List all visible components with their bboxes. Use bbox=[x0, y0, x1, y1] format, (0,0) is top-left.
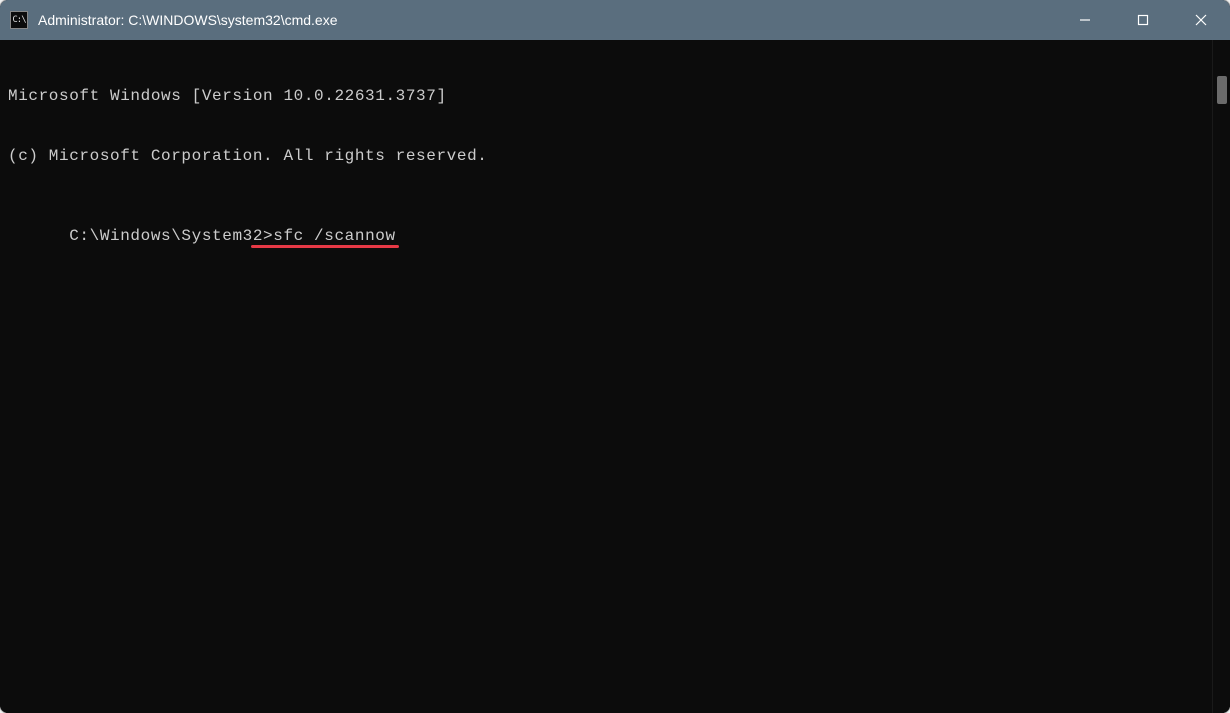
prompt-text: C:\Windows\System32> bbox=[69, 227, 273, 245]
minimize-icon bbox=[1079, 14, 1091, 26]
close-icon bbox=[1195, 14, 1207, 26]
titlebar[interactable]: C:\ Administrator: C:\WINDOWS\system32\c… bbox=[0, 0, 1230, 40]
terminal-output-line: Microsoft Windows [Version 10.0.22631.37… bbox=[8, 86, 1204, 106]
minimize-button[interactable] bbox=[1056, 0, 1114, 40]
scrollbar-thumb[interactable] bbox=[1217, 76, 1227, 104]
window-controls bbox=[1056, 0, 1230, 40]
command-text: sfc /scannow bbox=[273, 227, 395, 245]
terminal-content[interactable]: Microsoft Windows [Version 10.0.22631.37… bbox=[0, 40, 1212, 713]
cmd-window: C:\ Administrator: C:\WINDOWS\system32\c… bbox=[0, 0, 1230, 713]
terminal-prompt-line: C:\Windows\System32>sfc /scannow bbox=[69, 226, 395, 246]
cmd-icon: C:\ bbox=[10, 11, 28, 29]
terminal-output-line: (c) Microsoft Corporation. All rights re… bbox=[8, 146, 1204, 166]
window-title: Administrator: C:\WINDOWS\system32\cmd.e… bbox=[38, 12, 1056, 28]
close-button[interactable] bbox=[1172, 0, 1230, 40]
maximize-icon bbox=[1137, 14, 1149, 26]
terminal-body: Microsoft Windows [Version 10.0.22631.37… bbox=[0, 40, 1230, 713]
scrollbar-vertical[interactable] bbox=[1212, 40, 1230, 713]
annotation-underline bbox=[251, 245, 399, 248]
maximize-button[interactable] bbox=[1114, 0, 1172, 40]
